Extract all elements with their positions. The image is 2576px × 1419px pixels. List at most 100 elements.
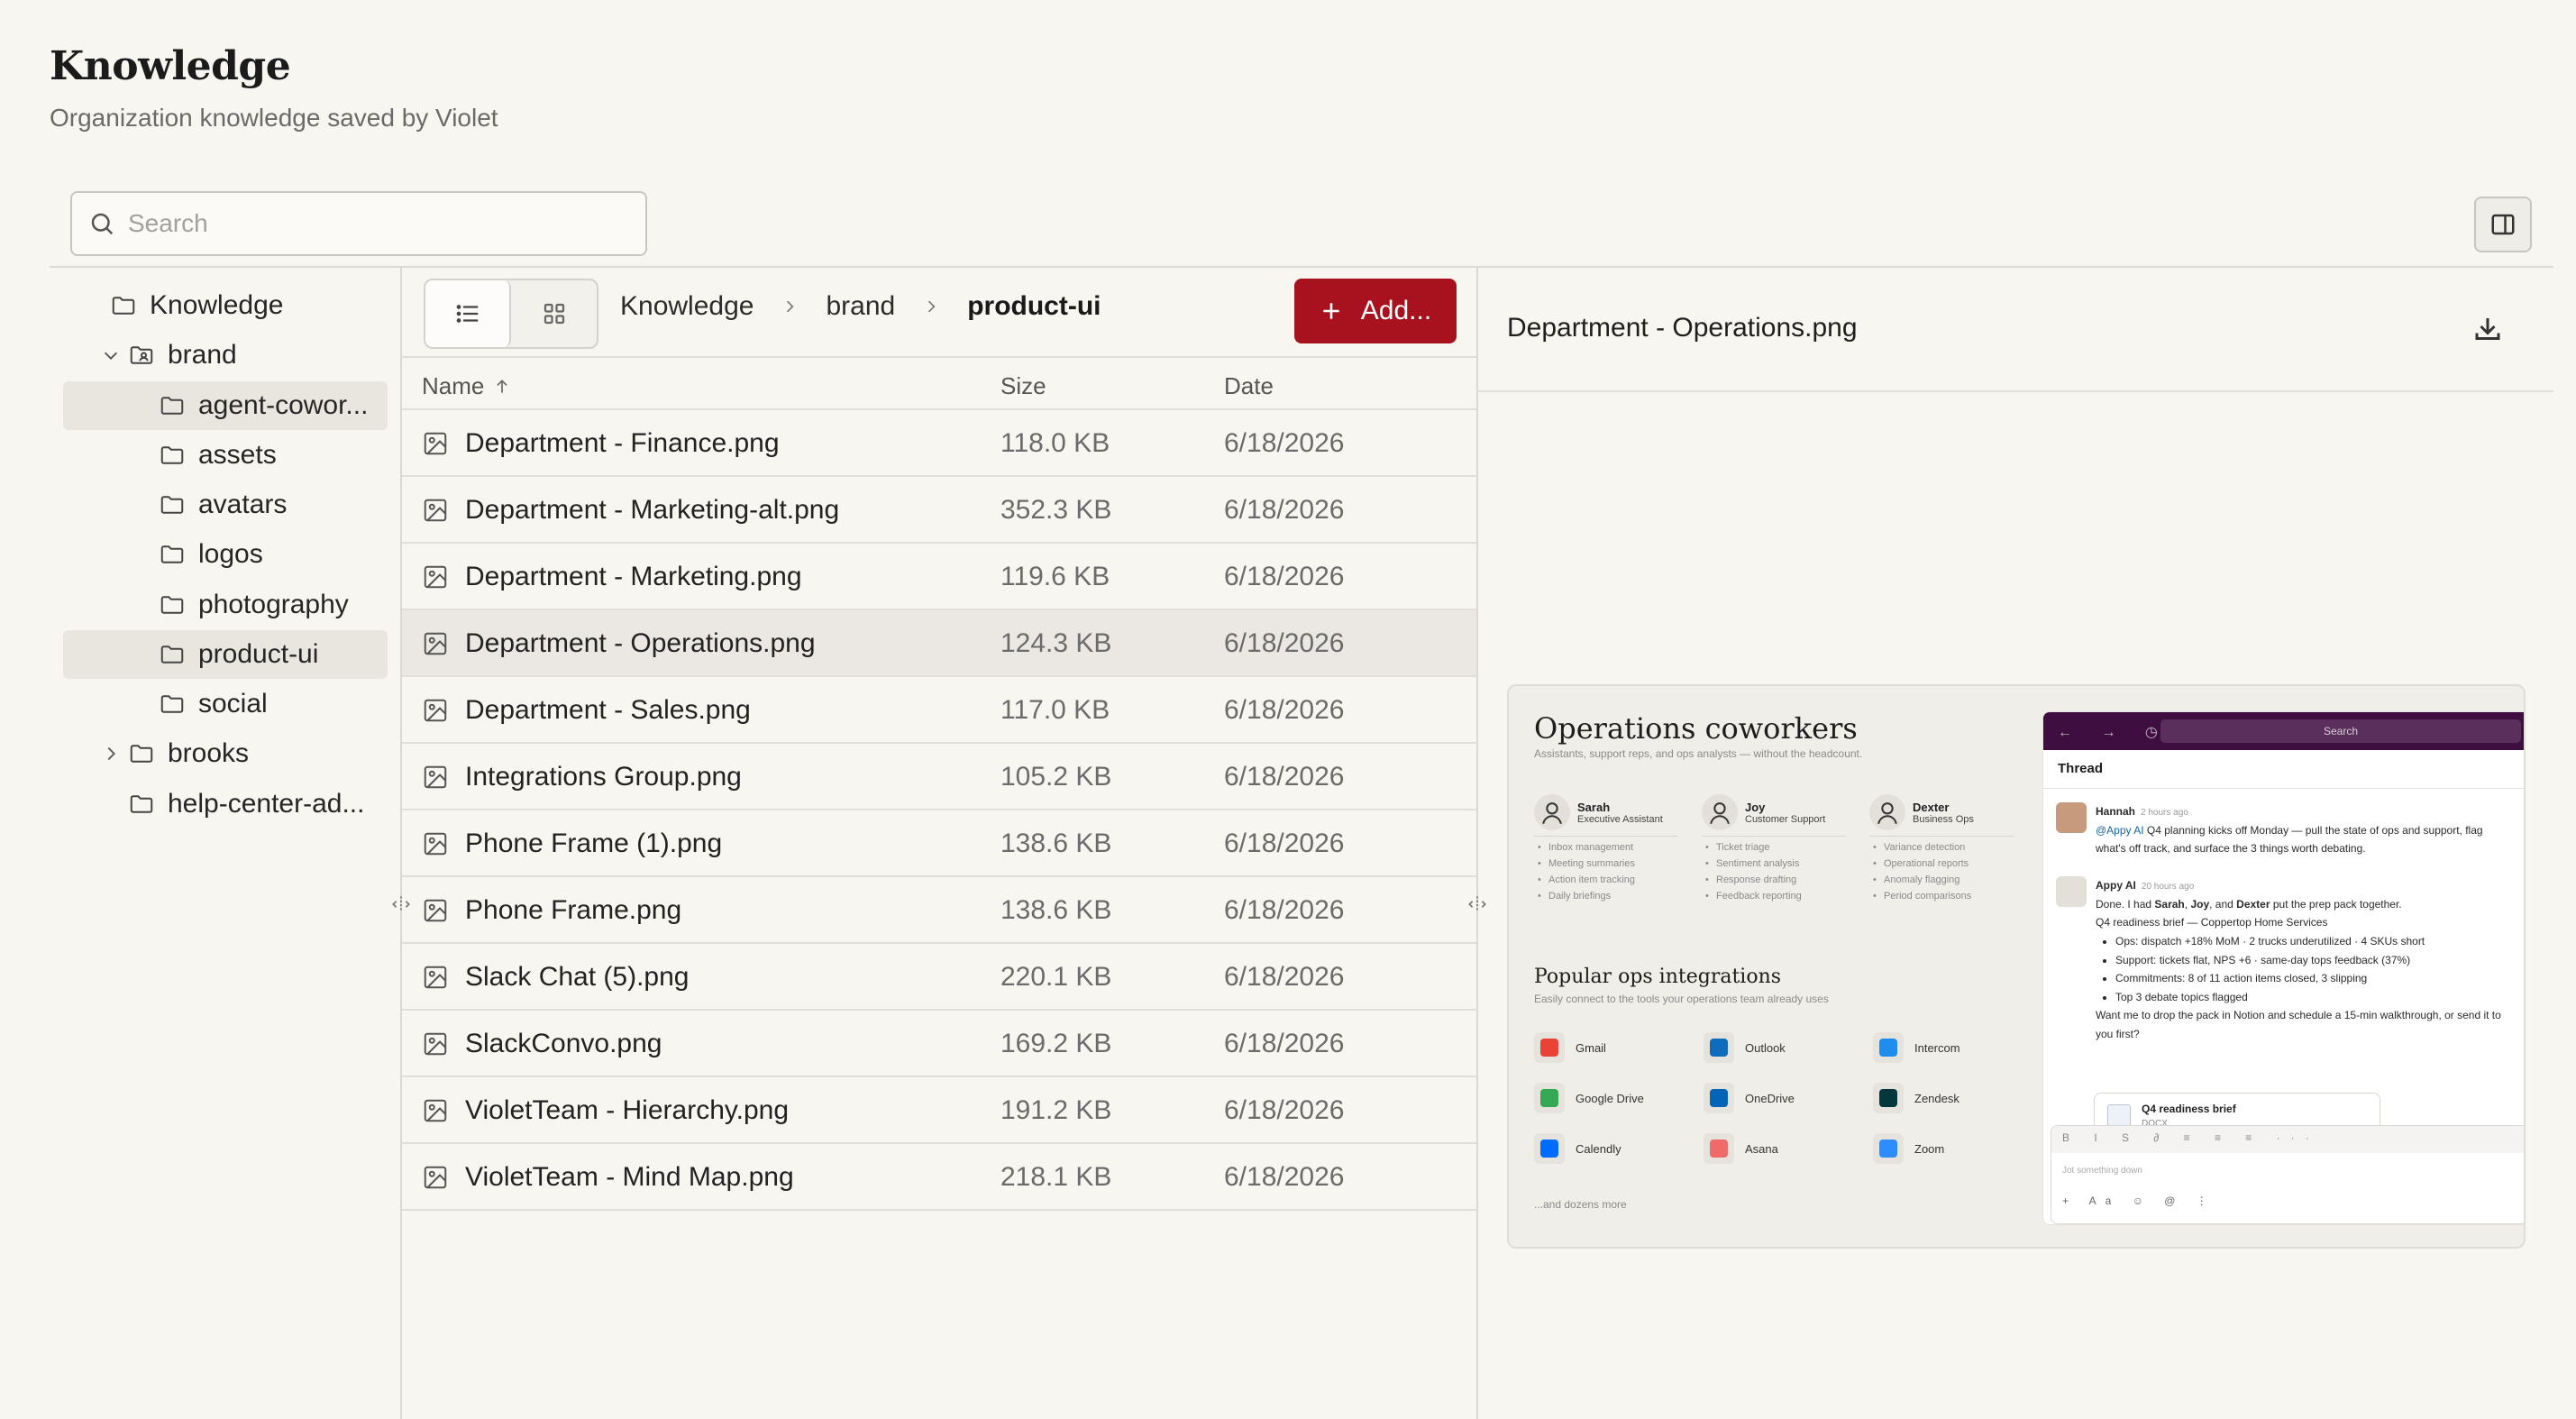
chevron-right-icon[interactable] bbox=[101, 744, 121, 764]
list-view-icon bbox=[456, 305, 478, 323]
table-row[interactable]: Department - Sales.png 117.0 KB 6/18/2026 bbox=[402, 677, 1476, 744]
message-author: Appy AI bbox=[2096, 879, 2136, 892]
tree-folder-item[interactable]: avatars bbox=[63, 481, 388, 529]
table-row[interactable]: SlackConvo.png 169.2 KB 6/18/2026 bbox=[402, 1011, 1476, 1077]
table-row[interactable]: Phone Frame (1).png 138.6 KB 6/18/2026 bbox=[402, 810, 1476, 877]
table-row[interactable]: Department - Marketing-alt.png 352.3 KB 6/… bbox=[402, 477, 1476, 544]
file-toolbar: Knowledge brand product-ui Add... bbox=[402, 268, 1476, 356]
integration-name: Asana bbox=[1745, 1141, 1778, 1156]
table-row[interactable]: Slack Chat (5).png 220.1 KB 6/18/2026 bbox=[402, 944, 1476, 1011]
tree-folder-item[interactable]: agent-cowor... bbox=[63, 380, 388, 430]
integration-logo-icon bbox=[1873, 1083, 1904, 1113]
list-view-button[interactable] bbox=[425, 280, 512, 347]
column-header-name[interactable]: Name bbox=[422, 372, 511, 400]
folder-icon bbox=[160, 645, 184, 664]
file-date: 6/18/2026 bbox=[1224, 1095, 1345, 1125]
slack-topbar: ← → ◷ Search bbox=[2043, 712, 2524, 750]
table-row[interactable]: Phone Frame.png 138.6 KB 6/18/2026 bbox=[402, 877, 1476, 944]
integration-name: Zoom bbox=[1914, 1141, 1945, 1156]
table-row[interactable]: Department - Finance.png 118.0 KB 6/18/202… bbox=[402, 410, 1476, 477]
coworker-skill: Variance detection bbox=[1869, 842, 2014, 853]
integration-item: Intercom bbox=[1873, 1032, 1960, 1063]
preview-filename: Department - Operations.png bbox=[1507, 313, 1858, 343]
slack-thread-mock: ← → ◷ Search Thread Hannah 2 hours ago @A… bbox=[2042, 711, 2524, 1225]
breadcrumb-brand[interactable]: brand bbox=[826, 291, 895, 322]
column-name-label: Name bbox=[422, 372, 485, 399]
sort-ascending-icon bbox=[497, 379, 507, 393]
person-sketch-icon bbox=[1542, 802, 1562, 825]
tree-folder-label: Knowledge bbox=[150, 290, 284, 320]
avatar bbox=[1534, 794, 1570, 830]
folder-icon bbox=[160, 595, 184, 614]
tree-folder-label: logos bbox=[198, 539, 263, 570]
coworker-skill: Meeting summaries bbox=[1534, 858, 1678, 869]
message-time: 2 hours ago bbox=[2141, 808, 2188, 818]
grid-view-button[interactable] bbox=[511, 280, 597, 347]
coworker-role: Executive Assistant bbox=[1577, 813, 1663, 825]
tree-folder-item[interactable]: assets bbox=[63, 431, 388, 480]
search-input[interactable] bbox=[128, 209, 633, 238]
file-size: 117.0 KB bbox=[1000, 695, 1110, 725]
image-file-icon bbox=[424, 499, 447, 522]
integrations-more: ...and dozens more bbox=[1534, 1198, 1627, 1211]
message-text: Q4 planning kicks off Monday — pull the … bbox=[2096, 823, 2483, 856]
download-icon[interactable] bbox=[2471, 313, 2504, 345]
tree-folder-item[interactable]: photography bbox=[63, 581, 388, 629]
file-date: 6/18/2026 bbox=[1224, 762, 1345, 792]
add-button[interactable]: Add... bbox=[1294, 279, 1457, 343]
file-name: VioletTeam - Hierarchy.png bbox=[465, 1095, 790, 1125]
coworker-card: DexterBusiness Ops Variance detection Oper… bbox=[1869, 794, 2014, 902]
tree-folder-item[interactable]: brooks bbox=[63, 729, 388, 778]
avatar bbox=[2056, 802, 2087, 833]
tree-folder-item[interactable]: brand bbox=[63, 331, 388, 380]
chevron-down-icon[interactable] bbox=[101, 345, 121, 365]
file-table: Name Size Date Department - Finance.png 1… bbox=[402, 356, 1476, 1211]
image-file-icon bbox=[424, 699, 447, 722]
tree-folder-item[interactable]: Knowledge bbox=[63, 281, 388, 330]
tree-folder-label: social bbox=[198, 689, 268, 719]
table-row[interactable]: VioletTeam - Mind Map.png 218.1 KB 6/18/20… bbox=[402, 1144, 1476, 1211]
list-item: Top 3 debate topics flagged bbox=[2115, 988, 2516, 1007]
message-text: put the prep pack together. bbox=[2272, 897, 2402, 911]
file-name: Department - Operations.png bbox=[465, 628, 816, 658]
integration-logo-icon bbox=[1873, 1133, 1904, 1164]
folder-icon bbox=[160, 695, 184, 713]
table-row[interactable]: VioletTeam - Hierarchy.png 191.2 KB 6/18/2… bbox=[402, 1077, 1476, 1144]
tree-folder-item[interactable]: social bbox=[63, 680, 388, 728]
integration-name: Calendly bbox=[1576, 1141, 1621, 1156]
message-text: Want me to drop the pack in Notion and s… bbox=[2096, 1009, 2501, 1040]
file-date: 6/18/2026 bbox=[1224, 895, 1345, 925]
slack-divider bbox=[2043, 788, 2524, 789]
breadcrumb-knowledge[interactable]: Knowledge bbox=[620, 291, 754, 322]
tree-folder-label: product-ui bbox=[198, 638, 319, 669]
tree-folder-item[interactable]: help-center-ad... bbox=[63, 780, 388, 829]
integration-name: Intercom bbox=[1914, 1040, 1960, 1055]
composer-toolbar: B I S ∂ ≡ ≡ ≡ ··· bbox=[2051, 1126, 2524, 1153]
folder-icon bbox=[112, 297, 135, 315]
slack-thread-label: Thread bbox=[2058, 761, 2104, 776]
person-sketch-icon bbox=[1877, 802, 1897, 825]
integration-name: Google Drive bbox=[1576, 1091, 1644, 1105]
tree-folder-item[interactable]: product-ui bbox=[63, 629, 388, 679]
file-size: 218.1 KB bbox=[1000, 1162, 1112, 1192]
image-file-icon bbox=[424, 832, 447, 856]
table-row[interactable]: Department - Marketing.png 119.6 KB 6/18/2… bbox=[402, 544, 1476, 610]
message-name: Joy bbox=[2190, 897, 2210, 911]
integration-name: OneDrive bbox=[1745, 1091, 1795, 1105]
column-header-size[interactable]: Size bbox=[1000, 372, 1046, 400]
toggle-preview-panel-button[interactable] bbox=[2474, 197, 2532, 252]
table-row[interactable]: Department - Operations.png 124.3 KB 6/18/… bbox=[402, 610, 1476, 677]
column-header-date[interactable]: Date bbox=[1224, 372, 1274, 400]
search-field[interactable] bbox=[70, 191, 647, 256]
integration-item: Zoom bbox=[1873, 1133, 1944, 1164]
table-row[interactable]: Integrations Group.png 105.2 KB 6/18/2026 bbox=[402, 744, 1476, 810]
search-icon bbox=[91, 213, 114, 235]
message-composer: B I S ∂ ≡ ≡ ≡ ··· Jot something down + A… bbox=[2051, 1125, 2524, 1224]
folder-icon bbox=[130, 794, 153, 813]
preview-panel: Department - Operations.png Operations c… bbox=[1478, 268, 2553, 1419]
slack-message: Appy AI 20 hours ago Done. I had Sarah, J… bbox=[2056, 876, 2516, 1044]
file-date: 6/18/2026 bbox=[1224, 428, 1345, 458]
coworker-skill: Feedback reporting bbox=[1702, 891, 1846, 902]
image-file-icon bbox=[424, 899, 447, 922]
tree-folder-item[interactable]: logos bbox=[63, 530, 388, 579]
